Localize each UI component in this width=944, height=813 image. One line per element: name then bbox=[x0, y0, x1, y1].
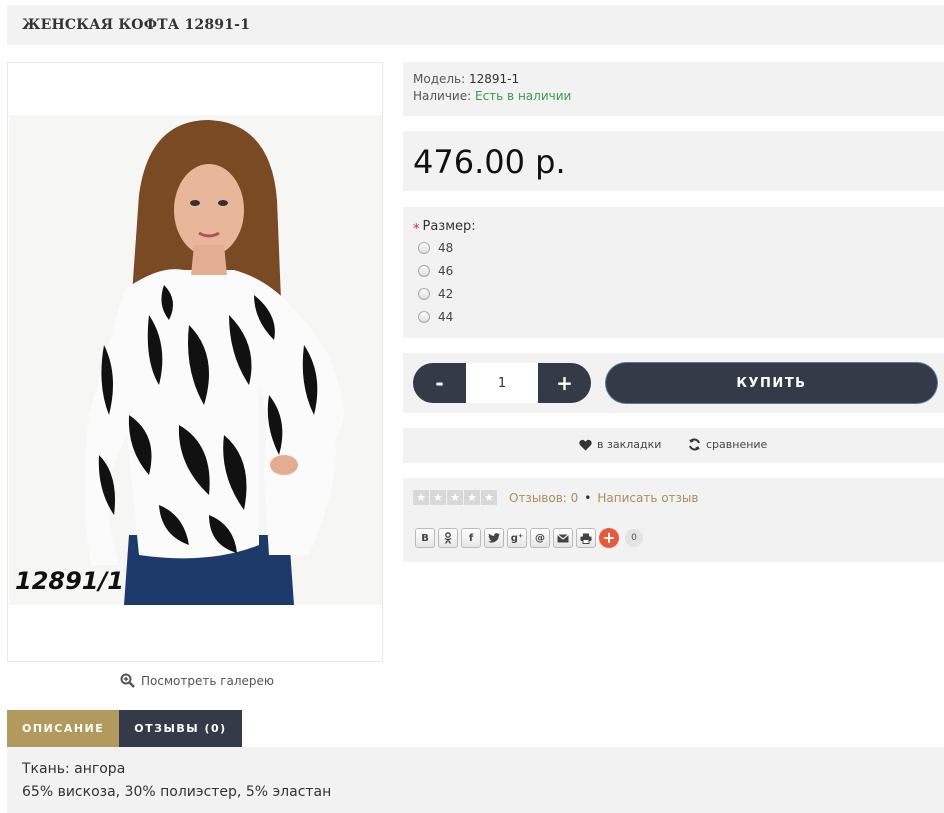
product-photo[interactable]: 12891/1 bbox=[9, 115, 382, 605]
wishlist-compare-box: в закладки сравнение bbox=[403, 428, 944, 463]
review-separator: • bbox=[584, 491, 592, 505]
twitter-share-icon[interactable] bbox=[484, 528, 504, 548]
share-buttons: В f g⁺ @ + 0 bbox=[415, 528, 643, 548]
add-to-cart-box: - + КУПИТЬ bbox=[403, 353, 944, 413]
tab-description[interactable]: ОПИСАНИЕ bbox=[7, 710, 120, 747]
model-value: 12891-1 bbox=[469, 72, 520, 86]
product-title-bar: ЖЕНСКАЯ КОФТА 12891-1 bbox=[7, 5, 944, 45]
zoom-in-icon bbox=[120, 673, 135, 688]
odnoklassniki-share-icon[interactable] bbox=[438, 528, 458, 548]
size-options-box: * Размер: 48 46 42 44 bbox=[403, 207, 944, 338]
product-title: ЖЕНСКАЯ КОФТА 12891-1 bbox=[22, 17, 251, 33]
vk-share-icon[interactable]: В bbox=[415, 528, 435, 548]
star-icon: ★ bbox=[413, 490, 429, 505]
quantity-input[interactable] bbox=[466, 363, 538, 403]
price-box: 476.00 р. bbox=[403, 131, 944, 191]
size-value: 48 bbox=[438, 241, 454, 255]
size-option-46[interactable]: 46 bbox=[418, 264, 453, 278]
product-photo-illustration bbox=[9, 115, 382, 605]
model-label: Модель: bbox=[413, 72, 466, 86]
heart-icon bbox=[579, 439, 592, 450]
review-links: Отзывов: 0 • Написать отзыв bbox=[509, 491, 698, 505]
product-tabs: ОПИСАНИЕ ОТЗЫВЫ (0) bbox=[7, 710, 242, 747]
view-gallery-label: Посмотреть галерею bbox=[141, 673, 275, 688]
size-value: 46 bbox=[438, 264, 454, 278]
facebook-share-icon[interactable]: f bbox=[461, 528, 481, 548]
size-radio[interactable] bbox=[418, 265, 430, 277]
mailru-share-icon[interactable]: @ bbox=[530, 528, 550, 548]
size-option-42[interactable]: 42 bbox=[418, 287, 453, 301]
email-share-icon[interactable] bbox=[553, 528, 573, 548]
size-option-title: * Размер: bbox=[413, 219, 476, 237]
wishlist-label: в закладки bbox=[597, 438, 662, 451]
size-value: 42 bbox=[438, 287, 454, 301]
description-panel: Ткань: ангора 65% вискоза, 30% полиэстер… bbox=[7, 747, 944, 813]
stock-label: Наличие: bbox=[413, 89, 472, 103]
view-gallery-link[interactable]: Посмотреть галерею bbox=[120, 673, 274, 688]
buy-button[interactable]: КУПИТЬ bbox=[606, 363, 937, 403]
size-radio[interactable] bbox=[418, 242, 430, 254]
model-row: Модель: 12891-1 bbox=[413, 71, 934, 88]
photo-model-code: 12891/1 bbox=[15, 567, 124, 595]
quantity-decrease-button[interactable]: - bbox=[413, 363, 466, 403]
star-icon: ★ bbox=[447, 490, 463, 505]
share-counter: 0 bbox=[625, 529, 643, 547]
stock-status: Есть в наличии bbox=[475, 89, 572, 103]
add-to-wishlist-button[interactable]: в закладки bbox=[579, 438, 661, 451]
print-icon[interactable] bbox=[576, 528, 596, 548]
reviews-count-link[interactable]: Отзывов: 0 bbox=[509, 491, 578, 505]
add-to-compare-button[interactable]: сравнение bbox=[688, 438, 767, 451]
star-icon: ★ bbox=[481, 490, 497, 505]
product-image-box[interactable]: 12891/1 bbox=[7, 62, 383, 662]
more-share-icon[interactable]: + bbox=[599, 528, 619, 548]
write-review-link[interactable]: Написать отзыв bbox=[597, 491, 698, 505]
description-line: 65% вискоза, 30% полиэстер, 5% эластан bbox=[22, 784, 332, 800]
refresh-icon bbox=[689, 438, 700, 451]
size-radio[interactable] bbox=[418, 311, 430, 323]
size-label: Размер: bbox=[422, 219, 476, 234]
size-value: 44 bbox=[438, 310, 454, 324]
google-plus-share-icon[interactable]: g⁺ bbox=[507, 528, 527, 548]
quantity-increase-button[interactable]: + bbox=[538, 363, 591, 403]
rating-stars: ★ ★ ★ ★ ★ bbox=[413, 490, 497, 505]
compare-label: сравнение bbox=[706, 438, 768, 451]
size-radio[interactable] bbox=[418, 288, 430, 300]
stock-row: Наличие: Есть в наличии bbox=[413, 88, 934, 105]
size-option-48[interactable]: 48 bbox=[418, 241, 453, 255]
tab-reviews[interactable]: ОТЗЫВЫ (0) bbox=[119, 710, 242, 747]
reviews-share-box: ★ ★ ★ ★ ★ Отзывов: 0 • Написать отзыв В … bbox=[403, 478, 944, 562]
product-price: 476.00 р. bbox=[413, 143, 566, 181]
required-mark: * bbox=[413, 222, 420, 237]
star-icon: ★ bbox=[430, 490, 446, 505]
product-info-box: Модель: 12891-1 Наличие: Есть в наличии bbox=[403, 62, 944, 116]
star-icon: ★ bbox=[464, 490, 480, 505]
size-option-44[interactable]: 44 bbox=[418, 310, 453, 324]
